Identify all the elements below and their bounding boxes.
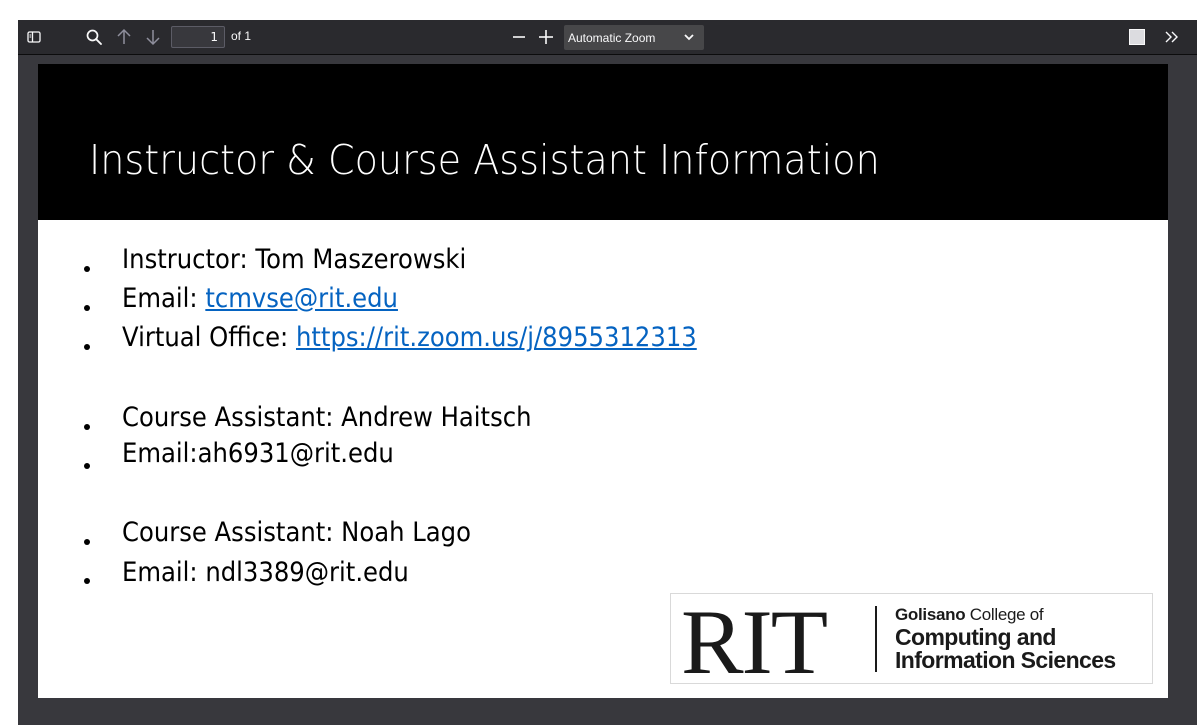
search-icon [86, 29, 102, 45]
slide-header: Instructor & Course Assistant Informatio… [38, 64, 1168, 220]
sidebar-toggle-icon [27, 31, 41, 43]
bullet-text: Instructor: Tom Maszerowski [122, 244, 467, 275]
zoom-link[interactable]: https://rit.zoom.us/j/8955312313 [296, 322, 697, 353]
logo-line3: Information Sciences [895, 647, 1116, 673]
page-number-input[interactable]: 1 [171, 26, 225, 48]
bullet-course-assistant-1-email: Email:ah6931@rit.edu [122, 438, 394, 469]
bullet-text: Course Assistant: Andrew Haitsch [122, 402, 532, 433]
logo-college-name: Golisano College of Computing and Inform… [895, 603, 1116, 672]
rit-golisano-logo: RIT Golisano College of Computing and In… [670, 593, 1153, 690]
zoom-select-value: Automatic Zoom [568, 31, 656, 45]
page-count-label: of 1 [231, 29, 252, 43]
rit-wordmark: RIT [681, 591, 828, 693]
slide-page: Instructor & Course Assistant Informatio… [38, 64, 1168, 698]
tools-menu-button[interactable] [1161, 26, 1183, 48]
bullet-instructor: Instructor: Tom Maszerowski [122, 244, 466, 275]
bullet-dot [84, 539, 90, 545]
zoom-in-button[interactable] [535, 26, 557, 48]
bullet-dot [84, 344, 90, 350]
minus-icon [513, 36, 525, 38]
arrow-up-icon [117, 28, 131, 44]
pdf-viewer: 1 of 1 Automatic Zoom Instructor & Cours… [18, 20, 1197, 725]
bullet-text: Virtual Office: [122, 322, 296, 353]
zoom-out-button[interactable] [508, 26, 530, 48]
email-link[interactable]: tcmvse@rit.edu [205, 283, 398, 314]
bullet-dot [84, 266, 90, 272]
chevron-down-icon [684, 34, 694, 41]
bullet-course-assistant-1: Course Assistant: Andrew Haitsch [122, 402, 532, 433]
bullet-text: Email: ndl3389@rit.edu [122, 557, 409, 588]
zoom-select[interactable]: Automatic Zoom [564, 25, 704, 50]
presentation-mode-icon [1129, 29, 1145, 45]
bullet-dot [84, 424, 90, 430]
sidebar-toggle-button[interactable] [24, 27, 44, 47]
bullet-text: Email:ah6931@rit.edu [122, 438, 394, 469]
bullet-dot [84, 463, 90, 469]
bullet-course-assistant-2-email: Email: ndl3389@rit.edu [122, 557, 409, 588]
bullet-virtual-office: Virtual Office: https://rit.zoom.us/j/89… [122, 322, 697, 353]
bullet-dot [84, 305, 90, 311]
arrow-down-icon [146, 30, 160, 46]
presentation-mode-button[interactable] [1126, 26, 1148, 48]
next-page-button[interactable] [142, 26, 164, 48]
slide-title: Instructor & Course Assistant Informatio… [89, 136, 880, 184]
previous-page-button[interactable] [113, 26, 135, 48]
logo-line1-rest: College of [965, 605, 1044, 624]
toolbar: 1 of 1 Automatic Zoom [18, 20, 1197, 55]
plus-icon [539, 30, 553, 44]
bullet-text: Course Assistant: Noah Lago [122, 517, 471, 548]
double-chevron-right-icon [1165, 31, 1178, 43]
bullet-dot [84, 578, 90, 584]
logo-line2: Computing and [895, 624, 1056, 650]
logo-line1-bold: Golisano [895, 605, 966, 624]
find-button[interactable] [83, 26, 105, 48]
bullet-text: Email: [122, 283, 206, 314]
bullet-course-assistant-2: Course Assistant: Noah Lago [122, 517, 471, 548]
bullet-instructor-email: Email: tcmvse@rit.edu [122, 283, 398, 314]
logo-divider [875, 606, 877, 672]
